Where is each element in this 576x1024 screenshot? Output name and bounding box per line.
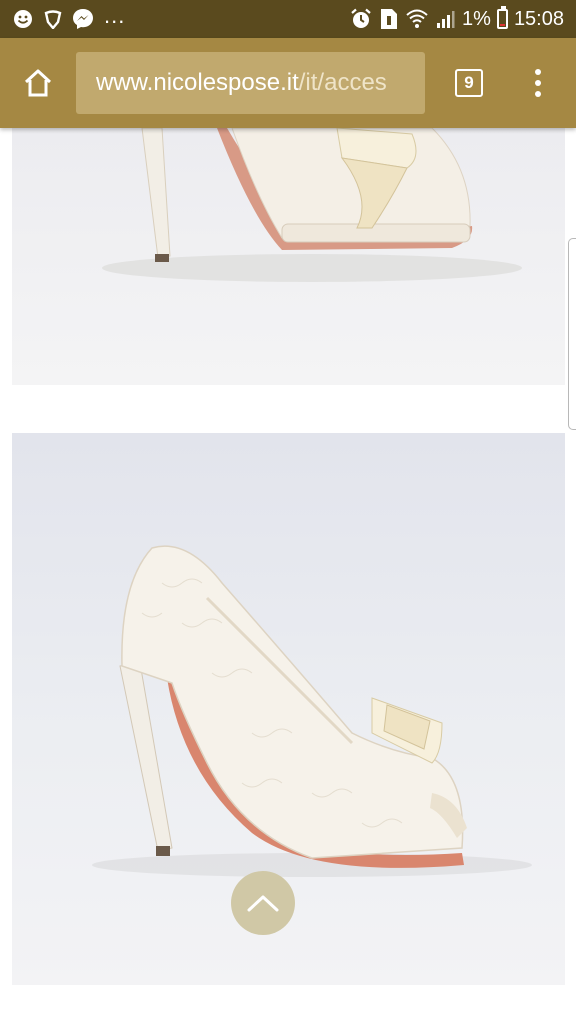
tab-switcher-button[interactable]: 9 [425, 38, 513, 128]
tab-count: 9 [455, 69, 483, 97]
shield-icon [42, 8, 64, 30]
menu-dot [535, 91, 541, 97]
menu-dot [535, 69, 541, 75]
url-host: www.nicolespose.it [96, 69, 299, 96]
url-path: /it/acces [298, 69, 387, 96]
home-button[interactable] [0, 38, 76, 128]
browser-toolbar: www.nicolespose.it/it/acces 9 [0, 38, 576, 128]
sim-icon [378, 8, 400, 30]
messenger-icon [72, 8, 94, 30]
status-bar: ... 1% 15:08 [0, 0, 576, 38]
browser-screen: ... 1% 15:08 www.nicolespose.it/it/acces… [0, 0, 576, 1024]
chevron-up-icon [247, 895, 279, 912]
overflow-menu-button[interactable] [513, 38, 563, 128]
clock: 15:08 [513, 7, 564, 30]
wifi-icon [406, 8, 428, 30]
url-bar[interactable]: www.nicolespose.it/it/acces [76, 52, 425, 114]
scrollbar-handle[interactable] [568, 238, 576, 430]
satin-shoe-illustration [102, 128, 522, 282]
battery-percent: 1% [462, 7, 491, 30]
back-to-top-button[interactable] [231, 871, 295, 935]
product-image-satin-shoe[interactable] [12, 128, 565, 385]
menu-dot [535, 80, 541, 86]
more-notifications: ... [104, 3, 126, 28]
home-icon [24, 69, 52, 97]
alarm-icon [350, 8, 372, 30]
emoji-icon [12, 8, 34, 30]
battery-icon [496, 6, 508, 29]
signal-icon [434, 8, 456, 30]
